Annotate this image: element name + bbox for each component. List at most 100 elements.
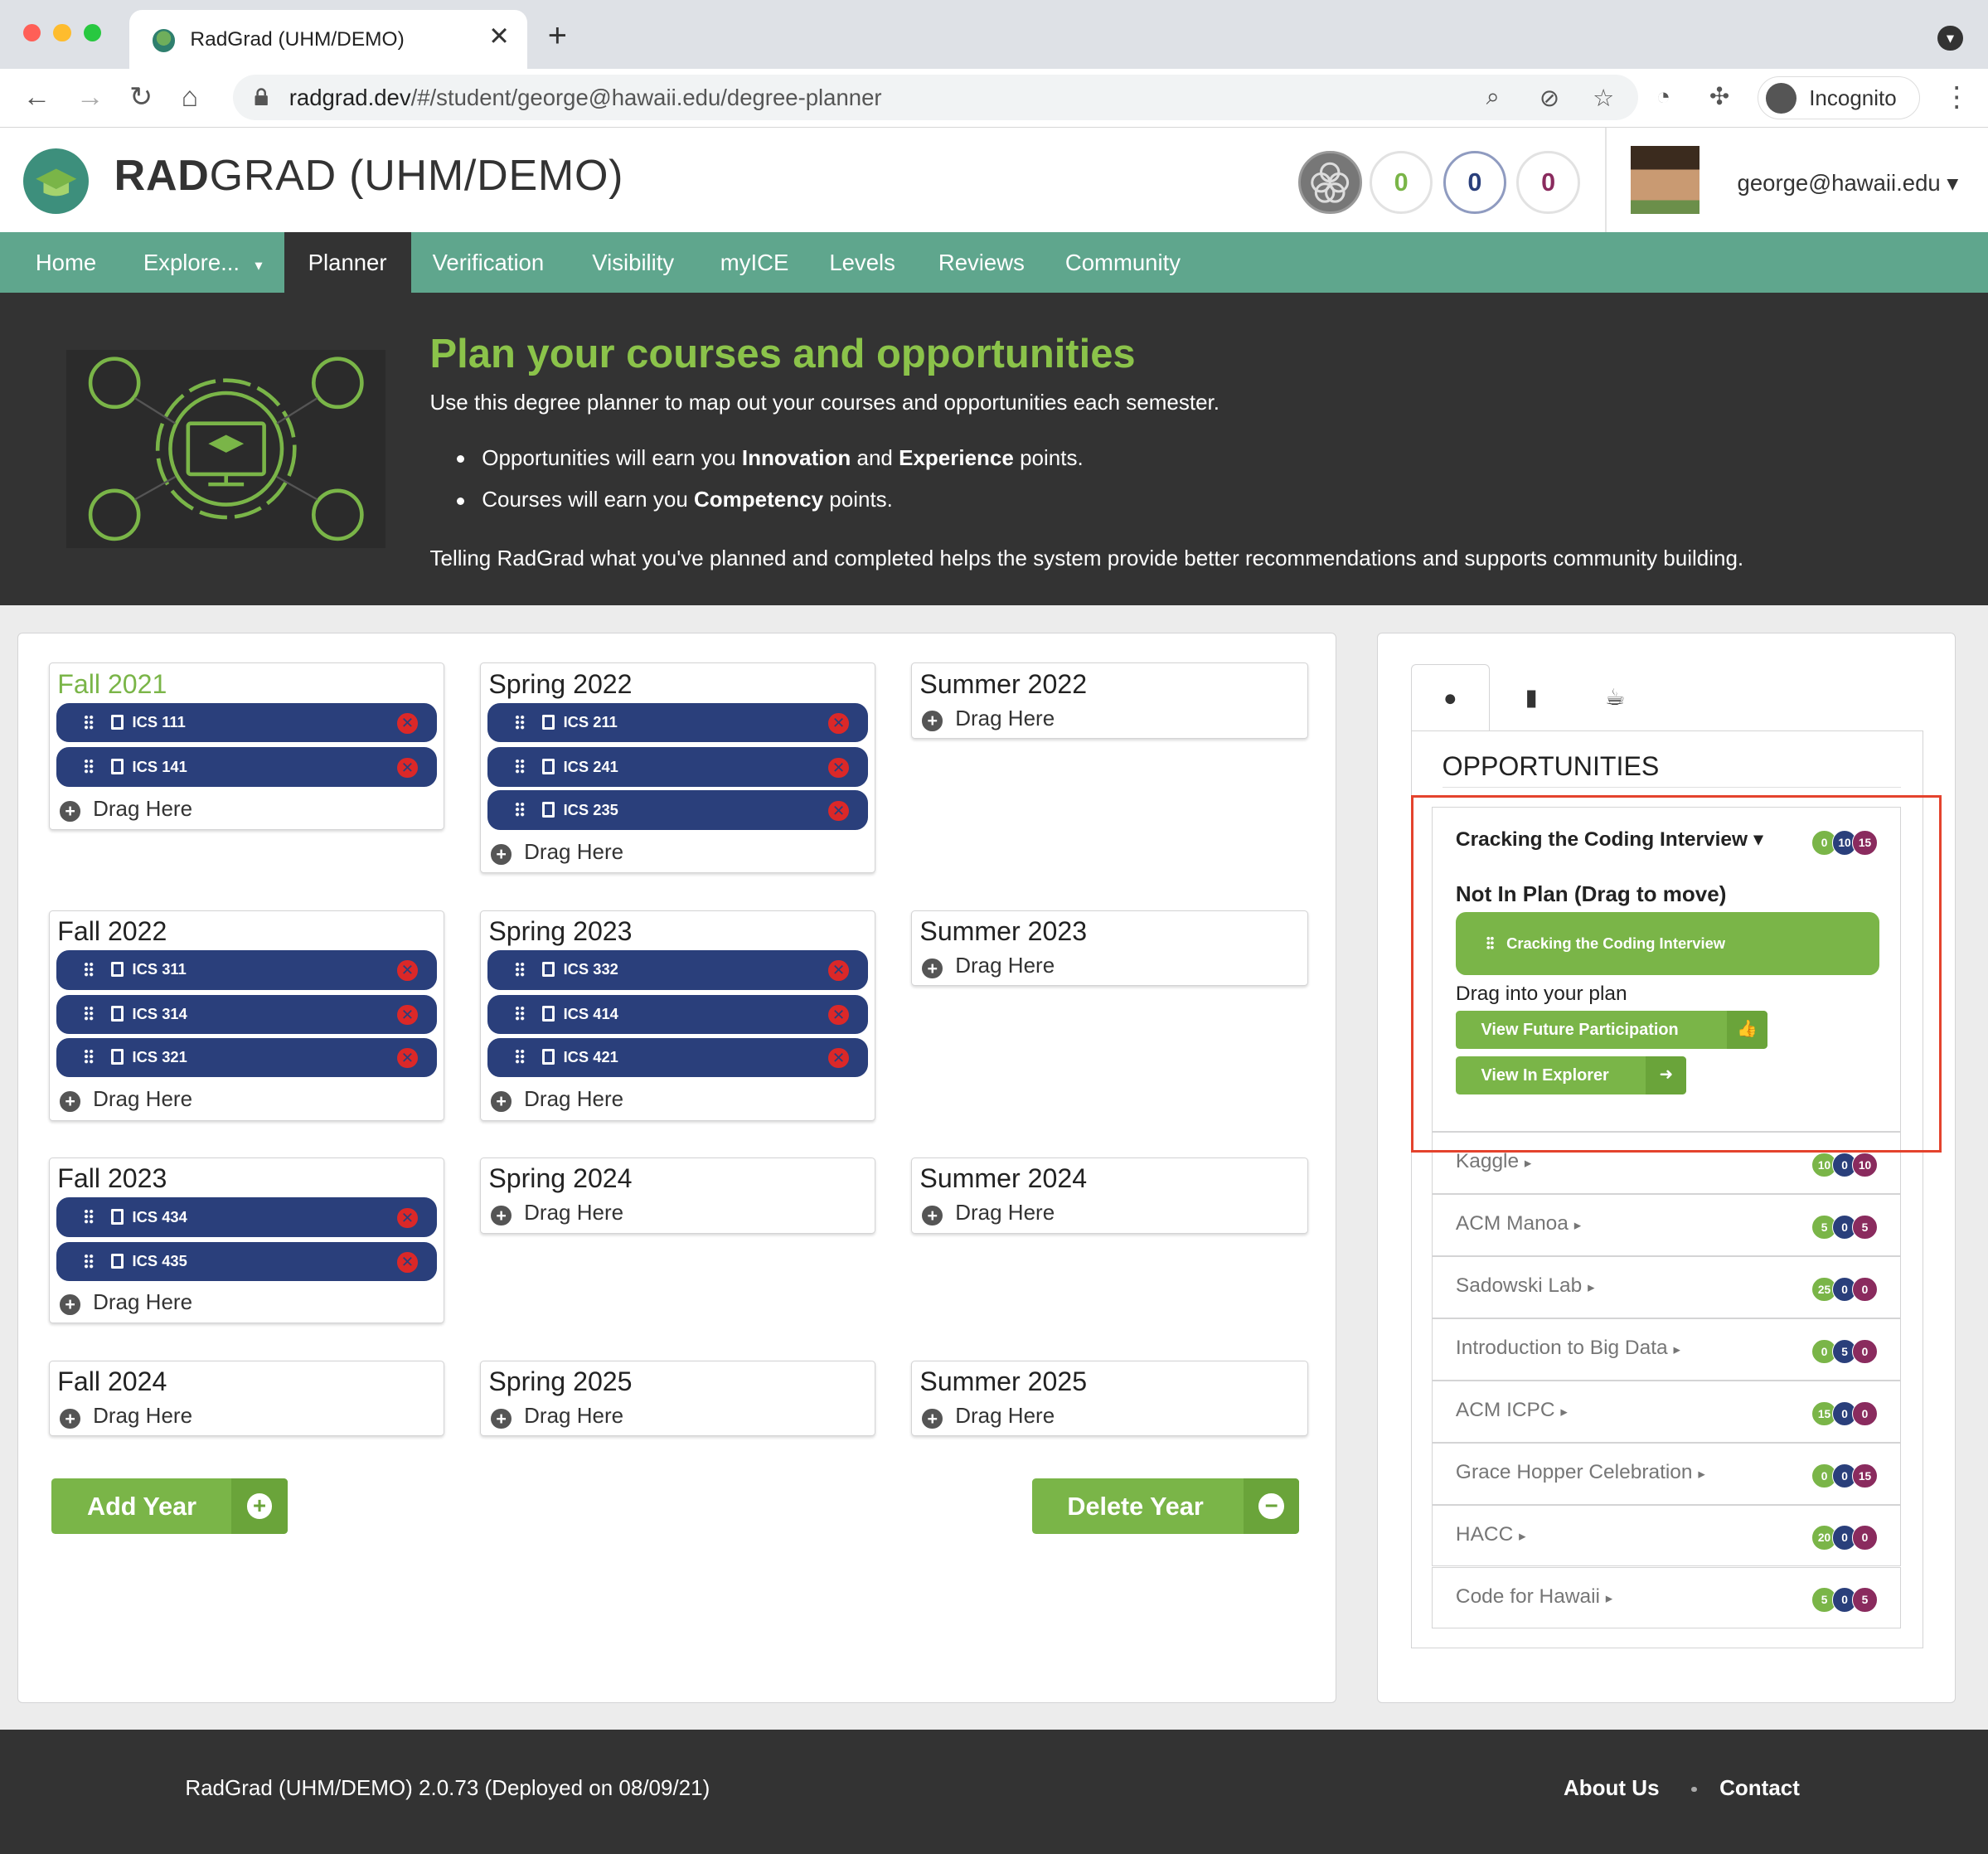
competency-points[interactable]: 0	[1443, 151, 1507, 215]
drag-handle-icon[interactable]	[515, 1006, 526, 1022]
opportunity-item[interactable]: HACC ▸ 20 0 0	[1432, 1504, 1902, 1567]
menu-item-reviews[interactable]: Reviews	[914, 232, 1049, 293]
semester-fall-2022[interactable]: Fall 2022 ICS 311 ✕ ICS 314 ✕ ICS 321 ✕ + Dr…	[49, 910, 445, 1121]
remove-course-icon[interactable]: ✕	[828, 713, 849, 734]
drag-handle-icon[interactable]	[515, 961, 526, 978]
drag-here-zone[interactable]: + Drag Here	[922, 953, 1055, 979]
course-chip[interactable]: ICS 314 ✕	[56, 994, 437, 1035]
menu-item-explore[interactable]: Explore... ▾	[119, 232, 287, 293]
course-chip[interactable]: ICS 211 ✕	[487, 702, 868, 743]
remove-course-icon[interactable]: ✕	[828, 800, 849, 822]
drag-handle-icon[interactable]	[84, 1253, 95, 1269]
semester-spring-2022[interactable]: Spring 2022 ICS 211 ✕ ICS 241 ✕ ICS 235 ✕ +…	[480, 662, 876, 874]
course-chip[interactable]: ICS 435 ✕	[56, 1241, 437, 1282]
user-menu[interactable]: george@hawaii.edu ▾	[1738, 170, 1959, 197]
delete-year-button[interactable]: Delete Year −	[1031, 1478, 1300, 1535]
drag-handle-icon[interactable]	[84, 759, 95, 774]
semester-spring-2024[interactable]: Spring 2024 + Drag Here	[480, 1157, 876, 1234]
opportunity-item[interactable]: Code for Hawaii ▸ 505	[1432, 1566, 1902, 1629]
back-icon[interactable]: ←	[23, 81, 51, 114]
course-chip[interactable]: ICS 434 ✕	[56, 1197, 437, 1237]
course-chip[interactable]: ICS 421 ✕	[487, 1037, 868, 1078]
forward-icon[interactable]: →	[76, 81, 104, 114]
address-bar[interactable]: radgrad.dev/#/student/george@hawaii.edu/…	[233, 75, 1639, 121]
menu-item-levels[interactable]: Levels	[805, 232, 919, 293]
drag-handle-icon[interactable]	[84, 714, 95, 730]
add-year-button[interactable]: Add Year +	[51, 1478, 288, 1535]
remove-course-icon[interactable]: ✕	[397, 757, 418, 779]
drag-handle-icon[interactable]	[515, 802, 526, 818]
semester-summer-2022[interactable]: Summer 2022 + Drag Here	[911, 662, 1308, 740]
drag-handle-icon[interactable]	[1486, 935, 1494, 950]
draggable-opportunity-chip[interactable]: Cracking the Coding Interview	[1455, 911, 1879, 976]
semester-spring-2023[interactable]: Spring 2023 ICS 332 ✕ ICS 414 ✕ ICS 421 ✕ +…	[480, 910, 876, 1121]
drag-here-zone[interactable]: + Drag Here	[922, 1403, 1055, 1429]
opportunity-expanded[interactable]: Cracking the Coding Interview ▾ 0 10 15 No…	[1432, 807, 1902, 1132]
contact-link[interactable]: Contact	[1719, 1775, 1800, 1801]
semester-summer-2023[interactable]: Summer 2023 + Drag Here	[911, 910, 1308, 987]
drag-here-zone[interactable]: + Drag Here	[491, 1086, 623, 1112]
remove-course-icon[interactable]: ✕	[397, 960, 418, 981]
tab-courses[interactable]: ▮	[1492, 664, 1571, 730]
drag-handle-icon[interactable]	[84, 1209, 95, 1225]
course-chip[interactable]: ICS 235 ✕	[487, 790, 868, 830]
tab-profile[interactable]: ☕	[1576, 664, 1655, 730]
drag-here-zone[interactable]: + Drag Here	[60, 1403, 192, 1429]
semester-summer-2024[interactable]: Summer 2024 + Drag Here	[911, 1157, 1308, 1234]
zoom-window-button[interactable]	[83, 24, 102, 42]
remove-course-icon[interactable]: ✕	[397, 1207, 418, 1229]
drag-here-zone[interactable]: + Drag Here	[491, 1403, 623, 1429]
opportunity-item[interactable]: Sadowski Lab ▸ 25 0 0	[1432, 1255, 1902, 1318]
remove-course-icon[interactable]: ✕	[828, 1047, 849, 1069]
drag-handle-icon[interactable]	[515, 714, 526, 730]
view-in-explorer-button[interactable]: View In Explorer ➜	[1455, 1056, 1687, 1094]
minimize-window-button[interactable]	[53, 24, 71, 42]
view-future-participation-button[interactable]: View Future Participation 👍	[1455, 1011, 1768, 1049]
course-chip[interactable]: ICS 414 ✕	[487, 994, 868, 1035]
about-us-link[interactable]: About Us	[1564, 1775, 1660, 1801]
opportunity-title[interactable]: Cracking the Coding Interview ▾	[1456, 827, 1763, 852]
opportunity-item[interactable]: ACM Manoa ▸ 505	[1432, 1193, 1902, 1256]
course-chip[interactable]: ICS 311 ✕	[56, 950, 437, 990]
tab-opportunities[interactable]: ●	[1410, 663, 1490, 730]
drag-here-zone[interactable]: + Drag Here	[491, 839, 623, 865]
course-chip[interactable]: ICS 332 ✕	[487, 950, 868, 990]
remove-course-icon[interactable]: ✕	[397, 1047, 418, 1069]
opportunity-item[interactable]: Grace Hopper Celebration ▸ 0 0 15	[1432, 1442, 1902, 1505]
remove-course-icon[interactable]: ✕	[397, 713, 418, 734]
drag-handle-icon[interactable]	[515, 759, 526, 774]
course-chip[interactable]: ICS 141 ✕	[56, 747, 437, 787]
menu-item-visibility[interactable]: Visibility	[568, 232, 698, 293]
level-badge-icon[interactable]	[1298, 151, 1362, 215]
drag-here-zone[interactable]: + Drag Here	[922, 706, 1055, 731]
course-chip[interactable]: ICS 321 ✕	[56, 1037, 437, 1078]
semester-fall-2024[interactable]: Fall 2024 + Drag Here	[49, 1360, 445, 1437]
semester-fall-2021[interactable]: Fall 2021 ICS 111 ✕ ICS 141 ✕ + Drag Here	[49, 662, 445, 831]
reload-icon[interactable]: ↻	[129, 81, 153, 114]
drag-handle-icon[interactable]	[84, 1049, 95, 1065]
course-chip[interactable]: ICS 111 ✕	[56, 702, 437, 743]
remove-course-icon[interactable]: ✕	[828, 960, 849, 981]
extensions-icon[interactable]: ✣	[1709, 81, 1729, 114]
opportunity-item[interactable]: Introduction to Big Data ▸ 050	[1432, 1318, 1902, 1381]
menu-item-verification[interactable]: Verification	[409, 232, 569, 293]
radgrad-logo[interactable]	[22, 148, 90, 215]
opportunity-item[interactable]: Kaggle ▸ 10 0 10	[1432, 1131, 1902, 1194]
drag-here-zone[interactable]: + Drag Here	[60, 1086, 192, 1112]
brand-title[interactable]: RADGRAD (UHM/DEMO)	[114, 151, 624, 201]
drag-handle-icon[interactable]	[84, 961, 95, 978]
drag-here-zone[interactable]: + Drag Here	[491, 1200, 623, 1226]
avatar[interactable]	[1631, 145, 1699, 215]
menu-item-home[interactable]: Home	[12, 232, 121, 293]
drag-handle-icon[interactable]	[515, 1049, 526, 1065]
menu-item-community[interactable]: Community	[1041, 232, 1205, 293]
tab-close-icon[interactable]: ✕	[488, 24, 510, 50]
course-chip[interactable]: ICS 241 ✕	[487, 747, 868, 787]
star-icon[interactable]: ☆	[1593, 84, 1614, 113]
experience-points[interactable]: 0	[1516, 151, 1580, 215]
remove-course-icon[interactable]: ✕	[828, 757, 849, 779]
tab-search-icon[interactable]: ▾	[1937, 25, 1963, 51]
semester-spring-2025[interactable]: Spring 2025 + Drag Here	[480, 1360, 876, 1437]
zoom-icon[interactable]: ⌕	[1486, 84, 1500, 111]
close-window-button[interactable]	[22, 24, 41, 42]
